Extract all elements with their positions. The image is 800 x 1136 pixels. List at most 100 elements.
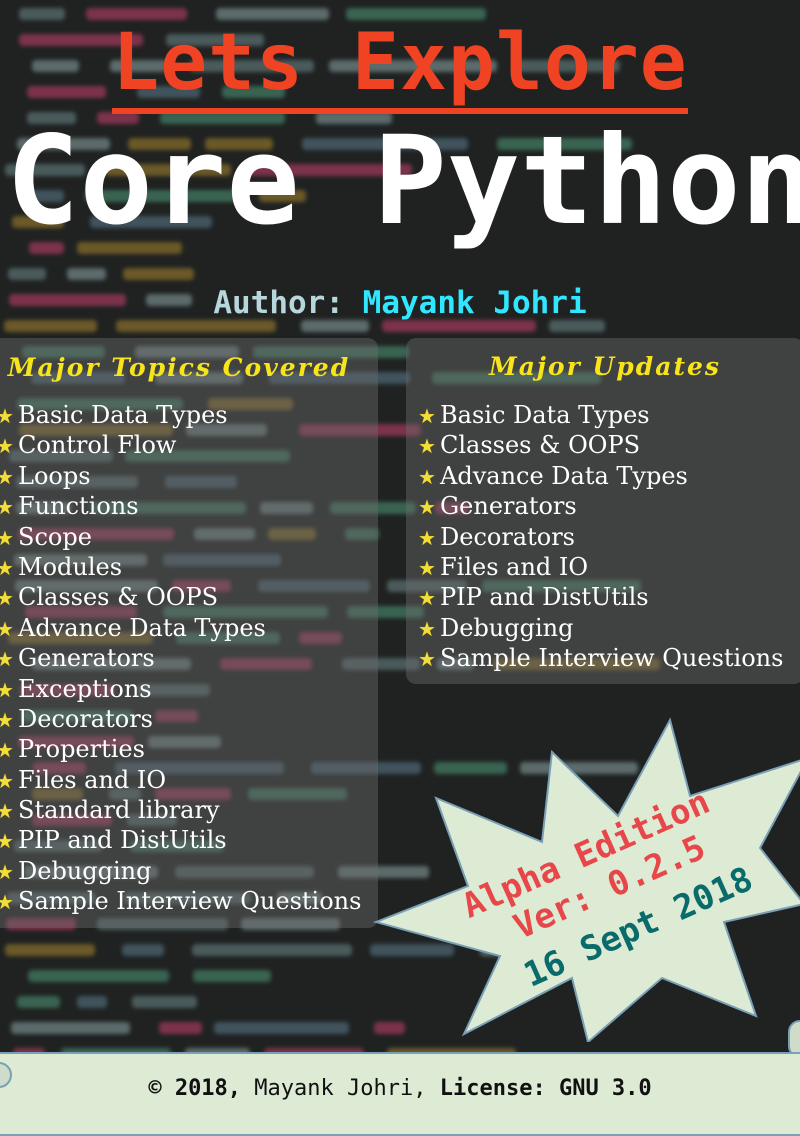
star-icon: ★ — [418, 525, 436, 550]
topics-item: ★ Files and IO — [0, 765, 361, 795]
star-icon: ★ — [418, 555, 436, 580]
code-line — [11, 1022, 130, 1034]
star-icon: ★ — [0, 555, 14, 580]
star-icon: ★ — [0, 859, 14, 884]
updates-item: ★ Basic Data Types — [418, 400, 783, 430]
topics-item-label: Loops — [18, 461, 91, 490]
topics-item-label: Sample Interview Questions — [18, 887, 362, 916]
star-icon: ★ — [0, 677, 14, 702]
topics-item: ★ Debugging — [0, 856, 361, 886]
star-icon: ★ — [0, 525, 14, 550]
star-icon: ★ — [0, 616, 14, 641]
topics-item-label: Advance Data Types — [18, 613, 266, 642]
updates-item-label: Advance Data Types — [440, 461, 688, 490]
code-line — [4, 320, 98, 332]
title-lets-explore: Lets Explore — [0, 18, 800, 114]
topics-item-label: Debugging — [18, 856, 152, 885]
topics-item: ★ Classes & OOPS — [0, 582, 361, 612]
topics-item-label: Classes & OOPS — [18, 583, 219, 612]
footer-author: Mayank Johri, — [254, 1076, 427, 1101]
topics-item-label: Decorators — [18, 704, 153, 733]
topics-item-label: Generators — [18, 644, 155, 673]
star-icon: ★ — [418, 464, 436, 489]
footer-license: GNU 3.0 — [558, 1076, 652, 1101]
title-core-python: Core Python — [6, 110, 800, 252]
star-icon: ★ — [418, 647, 436, 672]
star-icon: ★ — [0, 495, 14, 520]
topics-item: ★ Standard library — [0, 795, 361, 825]
star-icon: ★ — [418, 404, 436, 428]
topics-item: ★ Properties — [0, 734, 361, 764]
updates-list: ★ Basic Data Types ★ Classes & OOPS ★ Advance… — [418, 400, 783, 674]
topics-list: ★ Basic Data Types ★ Control Flow ★ Loops ★ Fun… — [0, 400, 361, 917]
code-line — [214, 1022, 349, 1034]
star-icon: ★ — [418, 434, 436, 459]
star-icon: ★ — [0, 890, 14, 915]
updates-item-label: Classes & OOPS — [440, 431, 641, 460]
topics-item-label: Basic Data Types — [18, 401, 228, 429]
topics-item: ★ Functions — [0, 491, 361, 521]
code-line — [123, 268, 195, 280]
updates-item-label: PIP and DistUtils — [440, 583, 649, 612]
topics-item-label: Functions — [18, 492, 139, 521]
code-line — [8, 268, 46, 280]
topics-item-label: Exceptions — [18, 674, 152, 703]
updates-heading: Major Updates — [489, 352, 721, 381]
code-line — [4, 944, 95, 956]
star-icon: ★ — [418, 586, 436, 611]
topics-item: ★ Sample Interview Questions — [0, 886, 361, 916]
star-icon: ★ — [418, 616, 436, 641]
topics-item-label: PIP and DistUtils — [18, 826, 227, 855]
star-icon: ★ — [0, 434, 14, 459]
star-icon: ★ — [0, 829, 14, 854]
star-icon: ★ — [0, 707, 14, 732]
topics-item: ★ Scope — [0, 522, 361, 552]
author-name: Mayank Johri — [362, 285, 587, 321]
topics-item-label: Standard library — [18, 796, 220, 825]
code-line — [27, 970, 170, 982]
code-line — [192, 970, 272, 982]
topics-panel: Major Topics Covered ★ Basic Data Types ★ C… — [0, 338, 378, 928]
star-icon: ★ — [0, 647, 14, 672]
star-icon: ★ — [418, 495, 436, 520]
updates-item-label: Sample Interview Questions — [440, 644, 784, 673]
code-line — [191, 944, 352, 956]
footer-copyright: © 2018, — [148, 1076, 242, 1101]
updates-panel: Major Updates ★ Basic Data Types ★ Classes … — [406, 338, 800, 684]
topics-item-label: Modules — [18, 552, 123, 581]
topics-item-label: Properties — [18, 735, 145, 764]
topics-item: ★ PIP and DistUtils — [0, 825, 361, 855]
topics-item-label: Files and IO — [18, 765, 167, 794]
updates-item: ★ Sample Interview Questions — [418, 643, 783, 673]
code-line — [301, 320, 369, 332]
star-icon: ★ — [0, 404, 14, 428]
topics-heading: Major Topics Covered — [7, 353, 351, 382]
updates-item: ★ Advance Data Types — [418, 461, 783, 491]
topics-item: ★ Decorators — [0, 704, 361, 734]
topics-item: ★ Control Flow — [0, 430, 361, 460]
updates-item: ★ Classes & OOPS — [418, 430, 783, 460]
code-line — [382, 320, 536, 332]
star-icon: ★ — [0, 799, 14, 824]
star-icon: ★ — [0, 738, 14, 763]
code-line — [158, 1022, 202, 1034]
updates-item: ★ Debugging — [418, 613, 783, 643]
topics-item: ★ Basic Data Types — [0, 400, 361, 430]
author-label: Author: — [213, 285, 344, 321]
topics-item: ★ Loops — [0, 461, 361, 491]
updates-item-label: Decorators — [440, 522, 575, 551]
star-icon: ★ — [0, 768, 14, 793]
footer-text: © 2018, Mayank Johri, License: GNU 3.0 — [0, 1076, 800, 1101]
updates-item-label: Basic Data Types — [440, 401, 650, 429]
footer-license-label: License: — [439, 1076, 546, 1101]
topics-item-label: Scope — [18, 522, 92, 551]
code-line — [131, 996, 197, 1008]
updates-item-label: Files and IO — [440, 552, 589, 581]
code-line — [116, 320, 277, 332]
code-line — [549, 320, 606, 332]
updates-item-label: Generators — [440, 492, 577, 521]
edition-badge: Alpha Edition Ver: 0.2.5 16 Sept 2018 — [372, 717, 800, 1042]
topics-item: ★ Exceptions — [0, 674, 361, 704]
star-icon: ★ — [0, 464, 14, 489]
topics-item-label: Control Flow — [18, 431, 177, 460]
